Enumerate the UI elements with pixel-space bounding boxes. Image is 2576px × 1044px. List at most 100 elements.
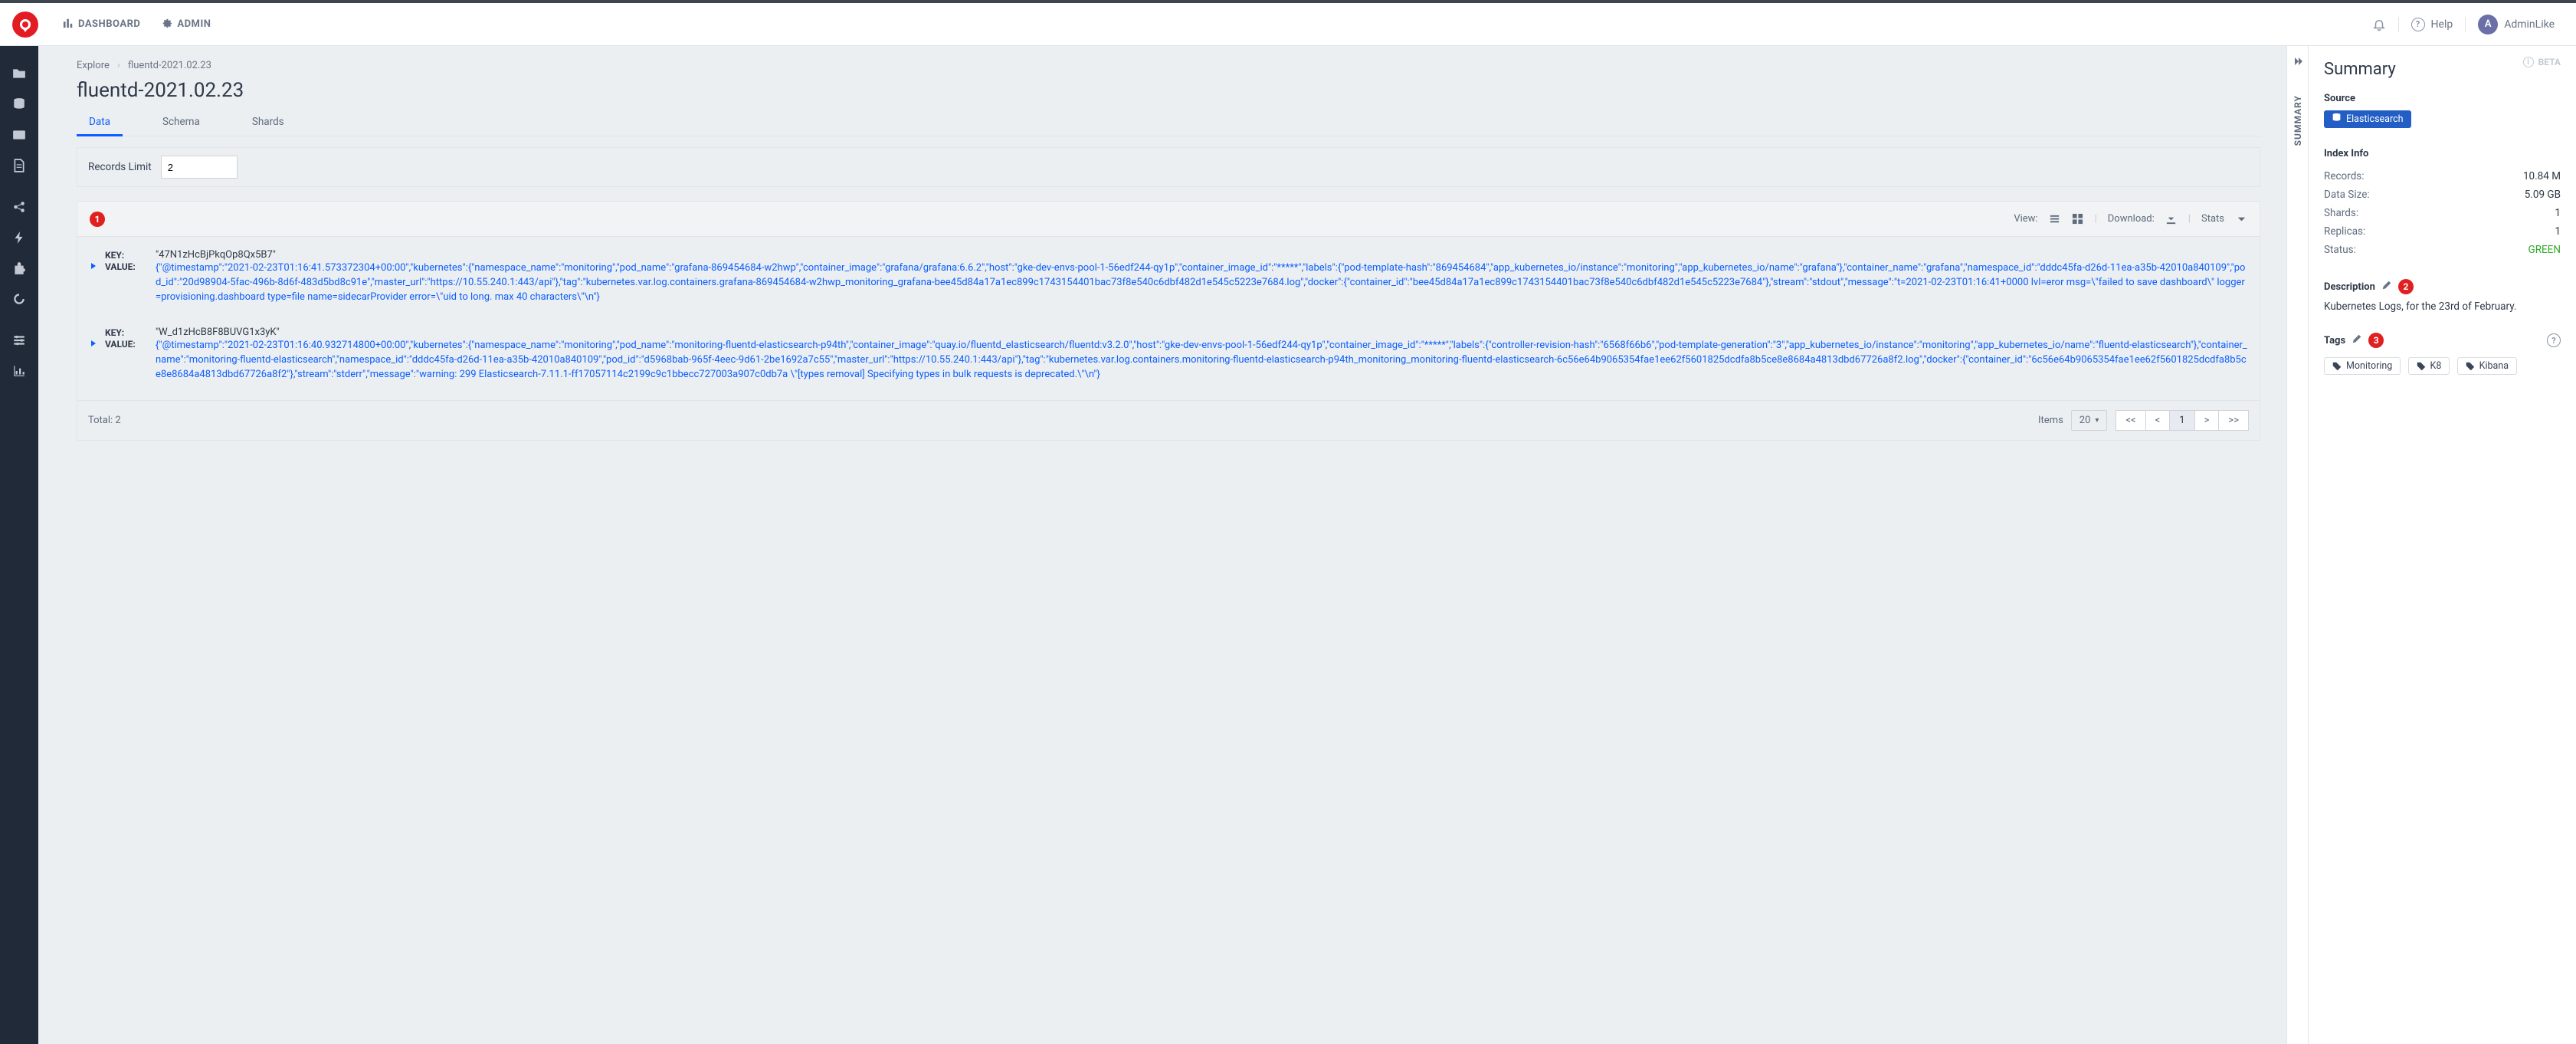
- help-button[interactable]: ? Help: [2402, 18, 2463, 31]
- database-icon: [2332, 113, 2342, 126]
- page-size-select[interactable]: 20 ▾: [2071, 410, 2108, 431]
- nav-dashboard-label: DASHBOARD: [78, 18, 140, 30]
- key-label: KEY:: [105, 249, 151, 261]
- page-first-button[interactable]: <<: [2116, 410, 2145, 431]
- bolt-icon[interactable]: [0, 222, 38, 253]
- breadcrumb-root[interactable]: Explore: [77, 60, 110, 71]
- pagination: << < 1 > >>: [2116, 410, 2249, 431]
- database-icon[interactable]: [0, 89, 38, 120]
- nav-admin-label: ADMIN: [177, 18, 211, 30]
- page-last-button[interactable]: >>: [2218, 410, 2249, 431]
- help-icon[interactable]: ?: [2547, 333, 2561, 347]
- annotation-badge-2: 2: [2398, 279, 2414, 294]
- total-label: Total: 2: [88, 415, 121, 426]
- notifications-button[interactable]: [2363, 18, 2395, 31]
- avatar: A: [2478, 15, 2498, 34]
- source-label: Source: [2324, 93, 2561, 104]
- download-label: Download:: [2108, 213, 2155, 225]
- expand-caret-icon[interactable]: [90, 338, 100, 350]
- nav-admin[interactable]: ADMIN: [151, 18, 221, 31]
- user-name-label: AdminLike: [2504, 18, 2555, 31]
- tags-label: Tags: [2324, 335, 2345, 346]
- puzzle-icon[interactable]: [0, 253, 38, 284]
- table-footer: Total: 2 Items 20 ▾ << < 1 > >>: [77, 400, 2260, 440]
- source-value: Elasticsearch: [2346, 113, 2404, 125]
- record-key: "47N1zHcBjPkqOp8Qx5B7": [156, 249, 2247, 261]
- annotation-badge-3: 3: [2368, 333, 2384, 348]
- record-item: KEY: "47N1zHcBjPkqOp8Qx5B7" VALUE: {"@ti…: [77, 241, 2260, 319]
- summary-panel: i BETA Summary Source Elasticsearch Inde…: [2308, 46, 2576, 1044]
- app-logo[interactable]: [12, 11, 38, 38]
- edit-description-icon[interactable]: [2381, 280, 2392, 294]
- value-label: VALUE:: [105, 261, 151, 272]
- tag-chip[interactable]: K8: [2408, 357, 2450, 375]
- panel-collapse-strip: SUMMARY: [2286, 46, 2308, 1044]
- tab-data[interactable]: Data: [77, 108, 123, 136]
- id-card-icon[interactable]: [0, 120, 38, 150]
- help-label: Help: [2431, 18, 2453, 31]
- breadcrumb-current: fluentd-2021.02.23: [128, 60, 211, 71]
- key-label: KEY:: [105, 327, 151, 338]
- page-size-value: 20: [2079, 415, 2091, 426]
- view-label: View:: [2014, 213, 2037, 225]
- nav-dashboard[interactable]: DASHBOARD: [52, 18, 151, 31]
- description-text: Kubernetes Logs, for the 23rd of Februar…: [2324, 300, 2561, 313]
- collapse-panel-button[interactable]: [2292, 55, 2304, 71]
- top-bar: DASHBOARD ADMIN ? Help A AdminLike: [0, 3, 2576, 46]
- question-icon: ?: [2411, 18, 2425, 31]
- index-info-label: Index Info: [2324, 148, 2561, 159]
- tag-chip[interactable]: Monitoring: [2324, 357, 2401, 375]
- items-label: Items: [2038, 415, 2063, 426]
- bar-chart-icon: [63, 18, 74, 31]
- chevron-down-icon[interactable]: [2235, 213, 2247, 225]
- list-view-icon[interactable]: [2049, 213, 2061, 225]
- source-chip[interactable]: Elasticsearch: [2324, 110, 2411, 128]
- gear-icon: [162, 18, 172, 31]
- chart-icon[interactable]: [0, 356, 38, 386]
- page-current-button[interactable]: 1: [2169, 410, 2194, 431]
- refresh-icon[interactable]: [0, 284, 38, 314]
- tabs: Data Schema Shards: [77, 108, 2260, 136]
- main-content: Explore › fluentd-2021.02.23 fluentd-202…: [38, 46, 2286, 1044]
- tags-list: Monitoring K8 Kibana: [2324, 354, 2561, 375]
- tab-schema[interactable]: Schema: [150, 108, 212, 136]
- user-menu[interactable]: A AdminLike: [2469, 15, 2564, 34]
- sliders-icon[interactable]: [0, 325, 38, 356]
- annotation-badge-1: 1: [90, 212, 105, 227]
- value-label: VALUE:: [105, 338, 151, 350]
- caret-down-icon: ▾: [2095, 416, 2099, 425]
- divider: [2398, 17, 2399, 32]
- download-icon[interactable]: [2165, 213, 2178, 225]
- page-prev-button[interactable]: <: [2145, 410, 2171, 431]
- tag-chip[interactable]: Kibana: [2457, 357, 2517, 375]
- data-panel: 1 View: | Download: | Stats: [77, 201, 2260, 441]
- description-label: Description: [2324, 281, 2375, 293]
- beta-badge: i BETA: [2523, 57, 2561, 67]
- edit-tags-icon[interactable]: [2352, 333, 2362, 347]
- share-icon[interactable]: [0, 192, 38, 222]
- records-limit-label: Records Limit: [88, 161, 152, 173]
- index-info-list: Records:10.84 M Data Size:5.09 GB Shards…: [2324, 167, 2561, 259]
- grid-view-icon[interactable]: [2072, 213, 2084, 225]
- page-next-button[interactable]: >: [2194, 410, 2220, 431]
- breadcrumb: Explore › fluentd-2021.02.23: [77, 60, 2260, 71]
- record-key: "W_d1zHcB8F8BUVG1x3yK": [156, 327, 2247, 338]
- folder-icon[interactable]: [0, 58, 38, 89]
- record-value: {"@timestamp":"2021-02-23T01:16:40.93271…: [156, 338, 2247, 382]
- view-toolbar: 1 View: | Download: | Stats: [77, 202, 2260, 237]
- divider: [2465, 17, 2466, 32]
- stats-label: Stats: [2201, 213, 2224, 225]
- info-icon: i: [2523, 57, 2534, 67]
- expand-caret-icon[interactable]: [90, 261, 100, 273]
- records-limit-row: Records Limit: [77, 147, 2260, 187]
- page-title: fluentd-2021.02.23: [77, 79, 2260, 102]
- side-nav: [0, 46, 38, 1044]
- record-item: KEY: "W_d1zHcB8F8BUVG1x3yK" VALUE: {"@ti…: [77, 319, 2260, 396]
- record-value: {"@timestamp":"2021-02-23T01:16:41.57337…: [156, 261, 2247, 305]
- tab-shards[interactable]: Shards: [240, 108, 297, 136]
- records-limit-input[interactable]: [161, 156, 238, 179]
- chevron-right-icon: ›: [117, 60, 120, 71]
- records-list: KEY: "47N1zHcBjPkqOp8Qx5B7" VALUE: {"@ti…: [77, 237, 2260, 400]
- collapse-strip-label: SUMMARY: [2293, 95, 2303, 146]
- document-icon[interactable]: [0, 150, 38, 181]
